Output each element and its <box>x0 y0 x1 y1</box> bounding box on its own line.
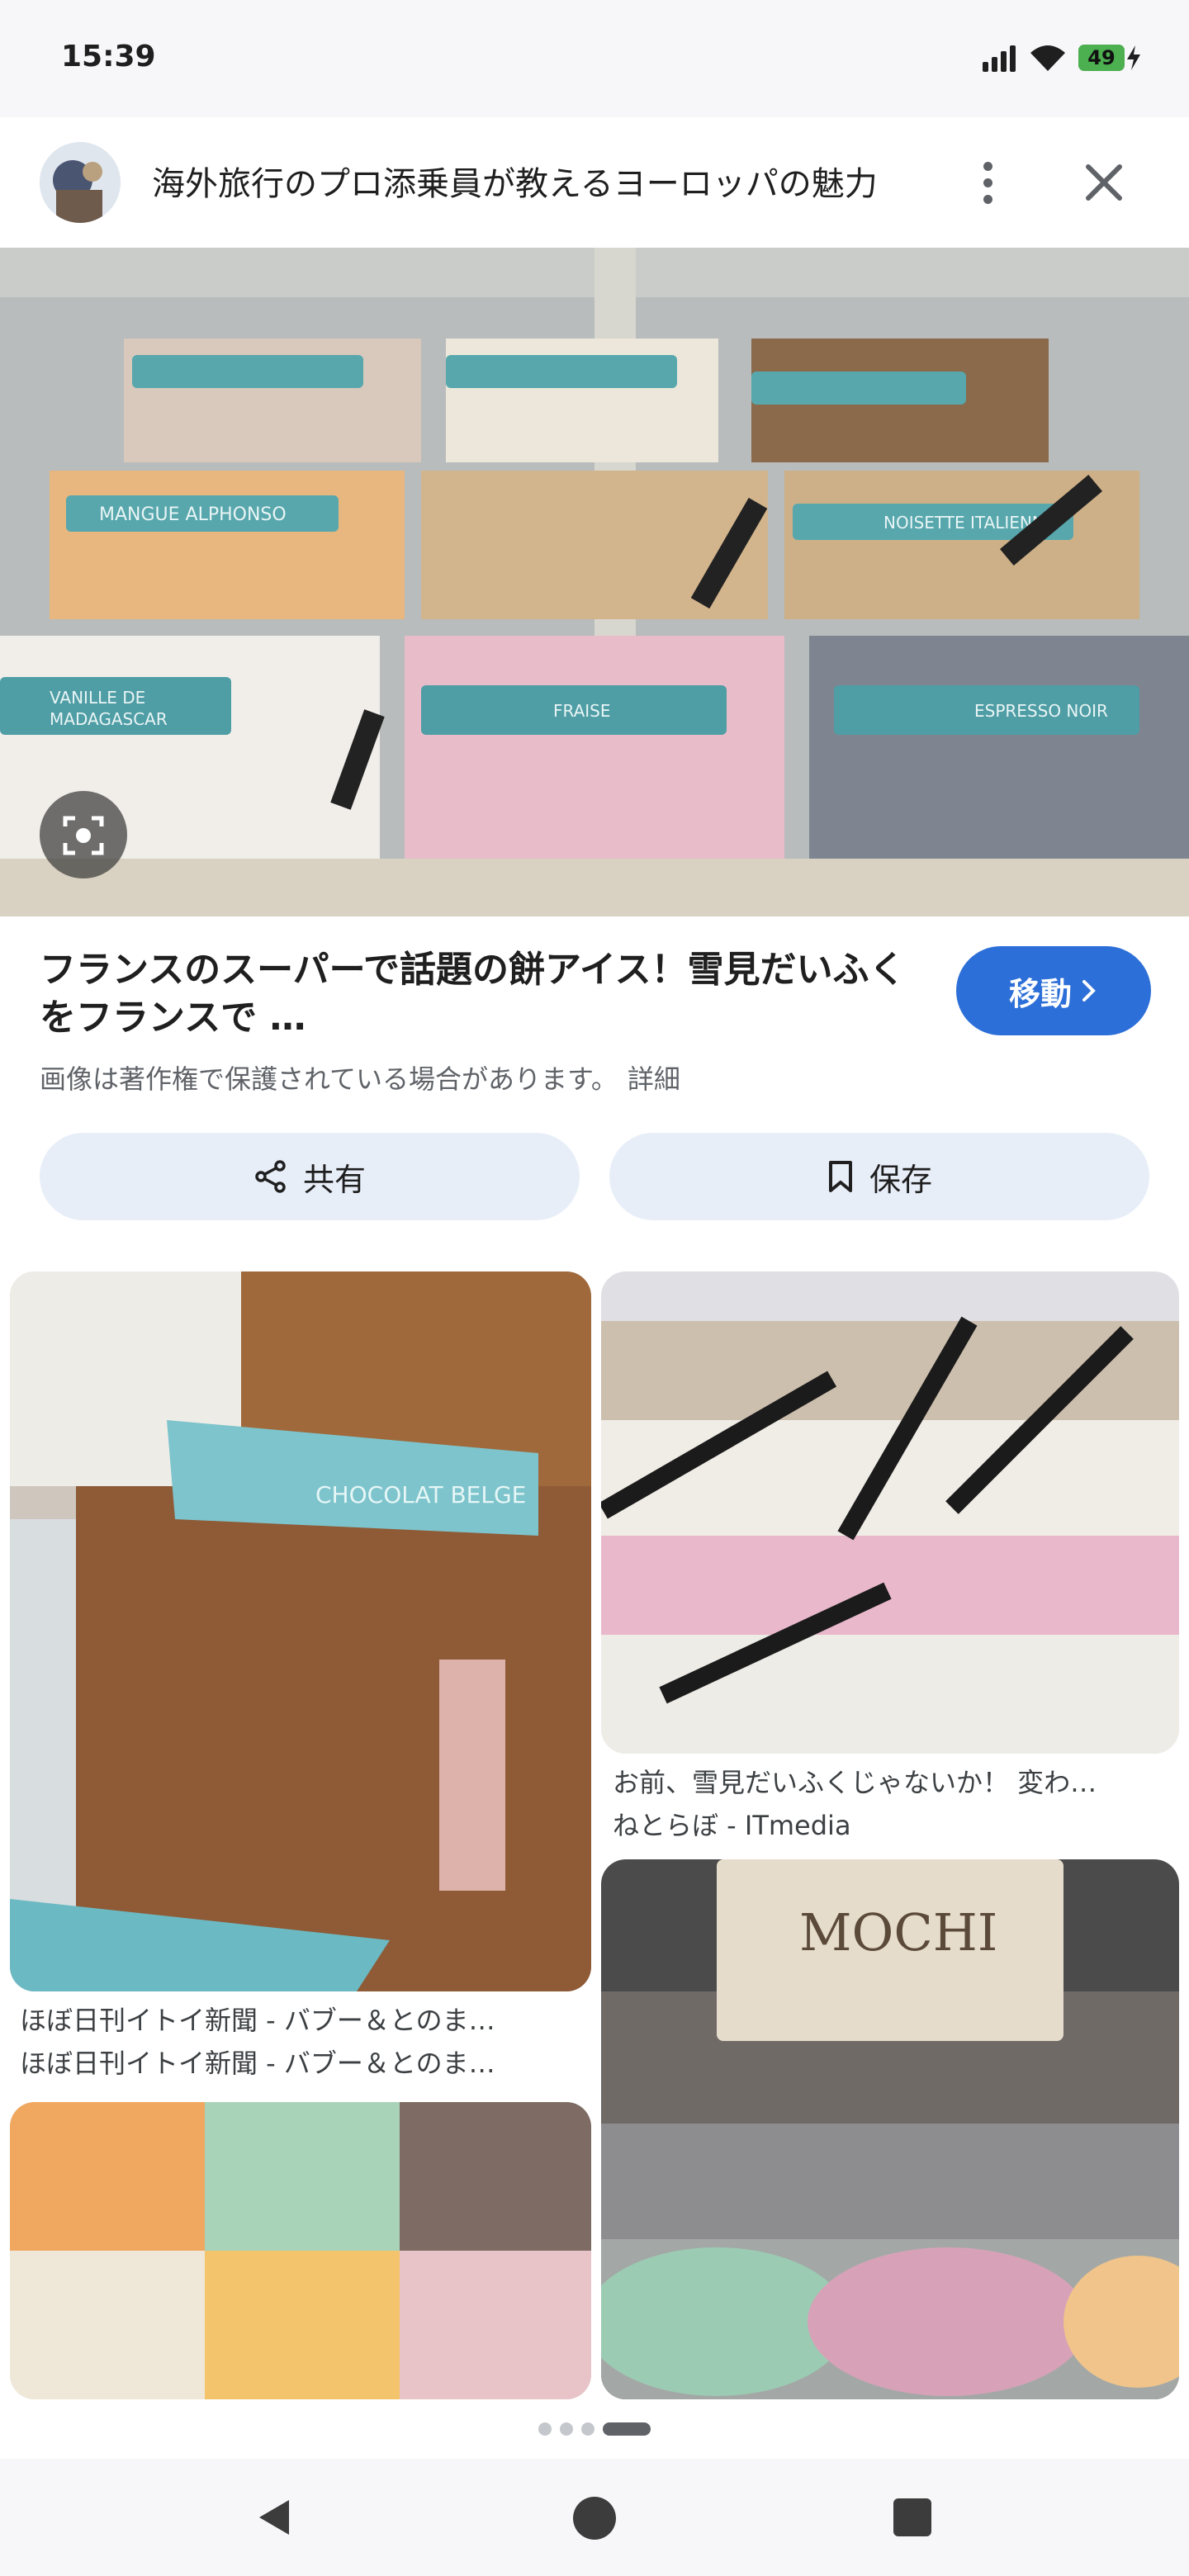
lens-search-button[interactable] <box>40 791 127 878</box>
more-dot <box>983 161 992 171</box>
battery-level: 49 <box>1078 45 1125 71</box>
label-mangue: MANGUE ALPHONSO <box>99 504 287 525</box>
label-fraise: FRAISE <box>553 701 611 721</box>
label-madagascar: MADAGASCAR <box>50 709 168 729</box>
page-dot <box>538 2422 552 2436</box>
related-image-mochi-bins <box>601 1271 1179 1754</box>
related-card-1[interactable]: CHOCOLAT BELGE <box>10 1271 591 1991</box>
related-image-chocolate: CHOCOLAT BELGE <box>10 1271 591 1991</box>
share-icon <box>255 1160 286 1193</box>
status-bar: 15:39 49 <box>0 0 1189 117</box>
signal-icon <box>983 45 1016 72</box>
home-icon[interactable] <box>573 2497 616 2540</box>
visit-button[interactable]: 移動 <box>956 946 1151 1035</box>
page-indicator <box>0 2421 1189 2437</box>
related-card-4[interactable]: MOCHI <box>601 1859 1179 2399</box>
site-avatar[interactable] <box>40 142 121 223</box>
status-time: 15:39 <box>61 40 156 73</box>
label-espresso: ESPRESSO NOIR <box>974 701 1108 721</box>
related-caption-1[interactable]: ほぼ日刊イトイ新聞 - バブー＆とのま… <box>20 2000 581 2038</box>
charging-icon <box>1127 45 1140 70</box>
page-dot <box>560 2422 573 2436</box>
chevron-right-icon <box>1082 980 1096 1002</box>
more-dot <box>983 194 992 204</box>
related-image-macarons <box>10 2102 591 2399</box>
related-card-2[interactable] <box>601 1271 1179 1754</box>
result-title[interactable]: フランスのスーパーで話題の餅アイス！雪見だいふくをフランスで … <box>40 946 915 1042</box>
copyright-notice: 画像は著作権で保護されている場合があります。 詳細 <box>40 1058 680 1096</box>
related-card-3[interactable] <box>10 2102 591 2399</box>
related-caption-2[interactable]: お前、雪見だいふくじゃないか！ 変わ… <box>613 1762 1174 1800</box>
status-icons: 49 <box>981 41 1143 74</box>
page-title[interactable]: 海外旅行のプロ添乗員が教えるヨーロッパの魅力 <box>152 157 878 205</box>
related-label-1: CHOCOLAT BELGE <box>315 1481 526 1508</box>
save-button[interactable]: 保存 <box>609 1133 1149 1220</box>
more-dot <box>983 178 992 187</box>
visit-button-label: 移動 <box>1008 975 1072 1012</box>
site-avatar-image <box>40 142 121 223</box>
close-icon[interactable] <box>1073 152 1135 213</box>
page-dot <box>581 2422 594 2436</box>
share-button[interactable]: 共有 <box>40 1133 580 1220</box>
wifi-icon <box>1030 45 1065 71</box>
copyright-text: 画像は著作権で保護されている場合があります。 <box>40 1063 618 1095</box>
back-icon[interactable] <box>254 2497 296 2538</box>
more-options-button[interactable] <box>966 150 1009 215</box>
viewer-header: 海外旅行のプロ添乗員が教えるヨーロッパの魅力 <box>0 117 1189 248</box>
mochi-freezer-photo: MANGUE ALPHONSO NOISETTE ITALIENNE VANIL… <box>0 248 1189 916</box>
label-vanille: VANILLE DE <box>50 688 145 708</box>
bookmark-icon <box>828 1161 852 1192</box>
related-source-2: ねとらぼ - ITmedia <box>613 1810 851 1841</box>
save-label: 保存 <box>869 1161 932 1198</box>
page-dot-active <box>603 2422 651 2436</box>
share-label: 共有 <box>302 1161 366 1198</box>
related-source-1: ほぼ日刊イトイ新聞 - バブー＆とのま… <box>20 2048 495 2079</box>
details-link[interactable]: 詳細 <box>628 1063 680 1095</box>
battery-indicator: 49 <box>1078 44 1143 72</box>
related-image-mochi-sign: MOCHI <box>601 1859 1179 2399</box>
related-label-4: MOCHI <box>799 1902 997 1963</box>
lens-icon <box>63 816 104 855</box>
recent-apps-icon[interactable] <box>893 2498 931 2536</box>
system-nav-bar <box>0 2459 1189 2576</box>
main-image[interactable]: MANGUE ALPHONSO NOISETTE ITALIENNE VANIL… <box>0 248 1189 916</box>
